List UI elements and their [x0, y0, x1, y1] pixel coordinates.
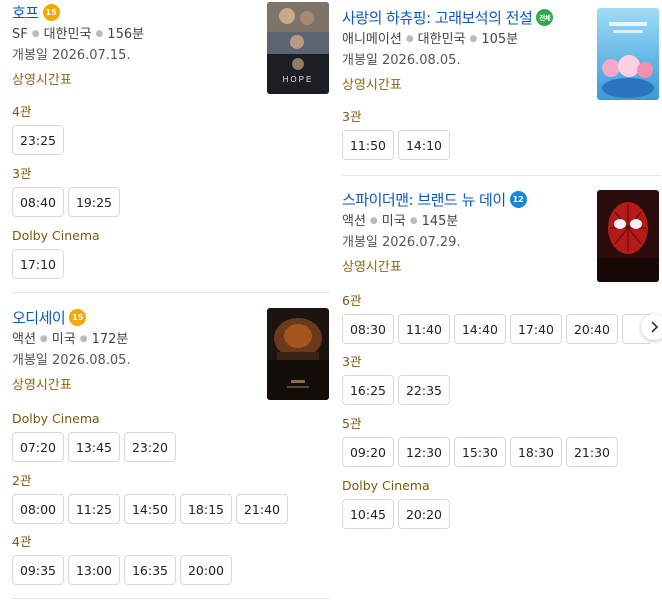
- showtime-button[interactable]: 15:30: [454, 437, 506, 467]
- hall-name: 3관: [12, 166, 32, 181]
- showtime-button[interactable]: 16:25: [342, 375, 394, 405]
- age-rating-badge: 전체: [536, 8, 554, 26]
- showtime-button[interactable]: 09:35: [12, 555, 64, 585]
- movie-title[interactable]: 오디세이: [12, 307, 66, 328]
- showtime-button[interactable]: 17:40: [510, 314, 562, 344]
- hall-name: 6관: [342, 293, 362, 308]
- showtime-button[interactable]: 23:25: [12, 125, 64, 155]
- showtime-button[interactable]: 20:20: [398, 499, 450, 529]
- showtime-list: 17:10: [12, 249, 100, 279]
- movie-card-spiderman: 스파이더맨: 브랜드 뉴 데이 12 액션 ● 미국 ● 145분 개봉일 2026.0…: [330, 187, 662, 532]
- hall-name: Dolby Cinema: [12, 228, 100, 243]
- showtime-button[interactable]: 23:20: [124, 432, 176, 462]
- age-rating-badge: 15: [42, 3, 60, 21]
- movie-poster[interactable]: [267, 308, 329, 400]
- showtime-button[interactable]: 19:25: [68, 187, 120, 217]
- runtime: 156분: [107, 27, 145, 42]
- showtime-list: 08:40 19:25: [12, 187, 120, 217]
- hall-name: 4관: [12, 534, 32, 549]
- movie-card-hachuping: 사랑의 하츄핑: 고래보석의 전설 전체 애니메이션 ● 대한민국 ● 105분 개봉일…: [330, 5, 662, 165]
- movie-poster[interactable]: [597, 8, 659, 100]
- movie-title[interactable]: 호프: [12, 2, 39, 23]
- showtime-button[interactable]: 11:25: [68, 494, 120, 524]
- genre: 애니메이션: [342, 32, 402, 47]
- showtime-button[interactable]: 10:45: [342, 499, 394, 529]
- showtime-button[interactable]: 18:30: [510, 437, 562, 467]
- movie-title[interactable]: 사랑의 하츄핑: 고래보석의 전설: [342, 7, 533, 28]
- showtime-button[interactable]: 08:30: [342, 314, 394, 344]
- showtime-button[interactable]: 17:10: [12, 249, 64, 279]
- showtime-button[interactable]: 14:50: [124, 494, 176, 524]
- showtime-button[interactable]: 11:40: [398, 314, 450, 344]
- chevron-right-icon: [651, 321, 659, 333]
- runtime: 172분: [91, 332, 129, 347]
- svg-text:HOPE: HOPE: [283, 75, 314, 84]
- divider: [12, 292, 330, 293]
- divider: [12, 598, 330, 599]
- showtime-button[interactable]: 08:00: [12, 494, 64, 524]
- hall-name: Dolby Cinema: [12, 411, 100, 426]
- showtime-button[interactable]: 21:40: [236, 494, 288, 524]
- showtime-list: 11:50 14:10: [342, 130, 450, 160]
- movie-poster[interactable]: HOPE: [267, 2, 329, 94]
- showtime-list: 07:20 13:45 23:20: [12, 432, 176, 462]
- showtime-button[interactable]: 12:30: [398, 437, 450, 467]
- movie-poster[interactable]: [597, 190, 659, 282]
- showtime-list: 09:20 12:30 15:30 18:30 21:30: [342, 437, 618, 467]
- country: 미국: [51, 332, 76, 347]
- hall-name: 4관: [12, 104, 32, 119]
- hall-name: 3관: [342, 354, 362, 369]
- genre: 액션: [12, 332, 36, 347]
- age-rating-badge: 12: [509, 190, 527, 208]
- showtime-list: 23:25: [12, 125, 64, 155]
- movie-card-hope: 호프 15 SF ● 대한민국 ● 156분 개봉일 2026.07.15. 상영시간표…: [0, 0, 330, 290]
- showtime-button[interactable]: 20:00: [180, 555, 232, 585]
- country: 미국: [381, 214, 406, 229]
- showtime-button[interactable]: 07:20: [12, 432, 64, 462]
- runtime: 105분: [481, 32, 519, 47]
- country: 대한민국: [417, 32, 466, 47]
- showtime-button[interactable]: 21:30: [566, 437, 618, 467]
- showtime-button[interactable]: 22:35: [398, 375, 450, 405]
- showtime-button[interactable]: 14:40: [454, 314, 506, 344]
- age-rating-badge: 15: [69, 308, 87, 326]
- hall-name: Dolby Cinema: [342, 478, 430, 493]
- showtime-button[interactable]: 08:40: [12, 187, 64, 217]
- showtime-button[interactable]: 16:35: [124, 555, 176, 585]
- showtime-list: 09:35 13:00 16:35 20:00: [12, 555, 232, 585]
- showtime-list: 10:45 20:20: [342, 499, 450, 529]
- movie-card-odyssey: 오디세이 15 액션 ● 미국 ● 172분 개봉일 2026.08.05. 상영시간표…: [0, 305, 330, 595]
- hall-name: 3관: [342, 109, 362, 124]
- showtime-button[interactable]: 14:10: [398, 130, 450, 160]
- scroll-next-button[interactable]: [641, 314, 662, 340]
- showtime-button[interactable]: 20:40: [566, 314, 618, 344]
- runtime: 145분: [421, 214, 459, 229]
- movie-title[interactable]: 스파이더맨: 브랜드 뉴 데이: [342, 189, 506, 210]
- showtime-button[interactable]: 13:00: [68, 555, 120, 585]
- divider: [342, 175, 660, 176]
- country: 대한민국: [43, 27, 92, 42]
- showtime-list: 08:30 11:40 14:40 17:40 20:40 2: [342, 314, 650, 344]
- showtime-list: 08:00 11:25 14:50 18:15 21:40: [12, 494, 288, 524]
- showtime-button[interactable]: 09:20: [342, 437, 394, 467]
- hall-name: 2관: [12, 473, 32, 488]
- genre: 액션: [342, 214, 366, 229]
- showtime-button[interactable]: 18:15: [180, 494, 232, 524]
- hall-name: 5관: [342, 416, 362, 431]
- showtime-button[interactable]: 13:45: [68, 432, 120, 462]
- showtime-button[interactable]: 11:50: [342, 130, 394, 160]
- genre: SF: [12, 27, 28, 42]
- showtime-list: 16:25 22:35: [342, 375, 450, 405]
